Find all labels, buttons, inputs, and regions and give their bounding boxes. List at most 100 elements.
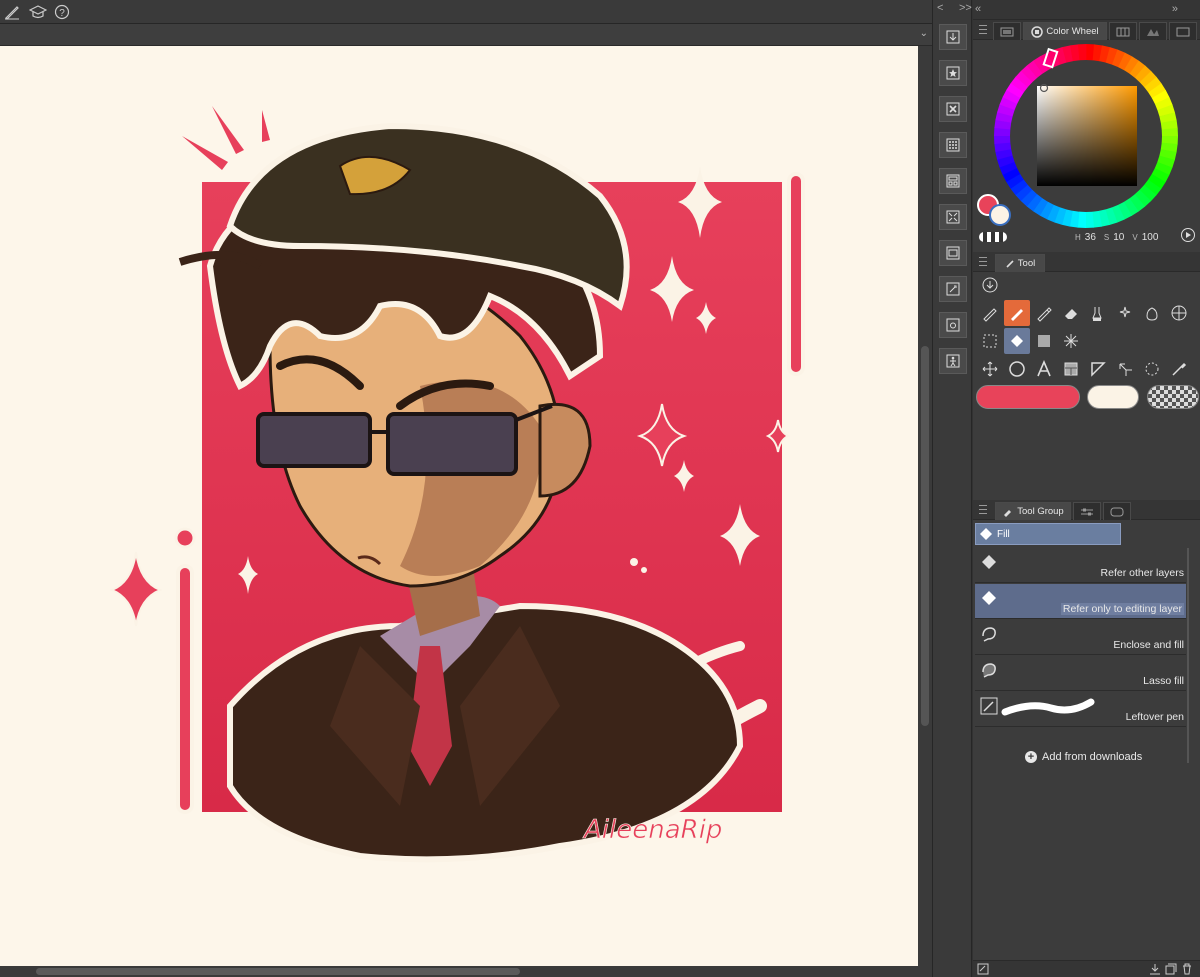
frame-border-tool-icon[interactable] [1058, 356, 1084, 382]
download-tool-icon[interactable] [977, 272, 1003, 298]
sparkle-tool-icon[interactable] [1058, 328, 1084, 354]
download-material-icon[interactable] [939, 24, 967, 50]
sub-tool-name: Enclose and fill [1113, 639, 1184, 651]
sub-tool-enclose-and-fill[interactable]: Enclose and fill [975, 620, 1186, 655]
sub-tool-scrollbar[interactable] [1187, 548, 1189, 763]
camera-icon[interactable] [939, 312, 967, 338]
chevron-down-icon[interactable]: ⌄ [920, 28, 928, 39]
color-wheel-icon [1031, 25, 1044, 38]
add-from-downloads-button[interactable]: + Add from downloads [1025, 751, 1142, 763]
color-panel-header: « » [973, 0, 1200, 20]
sub-tool-lasso-fill[interactable]: Lasso fill [975, 656, 1186, 691]
tool-group-panel: Fill Refer other layers Refer only to ed… [973, 520, 1200, 960]
vertical-scrollbar[interactable] [918, 46, 932, 966]
download-icon[interactable] [1149, 963, 1161, 975]
tab-intermediate-color[interactable] [1139, 22, 1167, 40]
brush-stroke-preview [1001, 698, 1095, 716]
tab-color-slider[interactable] [993, 22, 1021, 40]
right-dock: « » Color Wheel H 36 S 10 V 100 Tool Too… [973, 0, 1200, 977]
decoration-tool-icon[interactable] [1112, 300, 1138, 326]
nav-left-icon[interactable]: < [937, 2, 943, 14]
nav-expand-icon[interactable]: >> [959, 2, 972, 14]
sub-tool-refer-only-editing-layer[interactable]: Refer only to editing layer [975, 584, 1186, 619]
hue-value: 36 [1084, 232, 1096, 243]
tab-sub-tool-detail[interactable] [1103, 502, 1131, 520]
tab-color-set[interactable] [1109, 22, 1137, 40]
tab-color-wheel[interactable]: Color Wheel [1023, 22, 1107, 40]
brightness-value: 100 [1141, 232, 1159, 243]
tab-tool-group[interactable]: Tool Group [995, 502, 1071, 520]
tab-tool[interactable]: Tool [995, 254, 1045, 272]
tool-group-header: Tool Group [973, 500, 1200, 520]
canvas[interactable]: AileenaRip [0, 46, 918, 966]
panel-grip-icon[interactable] [979, 257, 987, 266]
fill-bucket-icon [982, 591, 996, 605]
sub-color-indicator[interactable] [1087, 385, 1139, 409]
3d-material-icon[interactable] [939, 276, 967, 302]
help-icon[interactable]: ? [52, 2, 72, 22]
image-material-icon[interactable] [939, 240, 967, 266]
tool-panel [973, 272, 1200, 494]
tone-pattern-icon[interactable] [939, 132, 967, 158]
text-tool-icon[interactable] [1031, 356, 1057, 382]
paint-bucket-tool-icon[interactable] [1139, 300, 1165, 326]
plus-icon: + [1025, 751, 1037, 763]
manga-icon[interactable] [939, 204, 967, 230]
tool-group-fill-tab[interactable]: Fill [975, 523, 1121, 545]
gradient-tool-icon[interactable] [1031, 328, 1057, 354]
fill-icon [980, 528, 992, 540]
lasso-fill-icon [982, 663, 996, 678]
ellipse-tool-icon[interactable] [1004, 356, 1030, 382]
main-color-indicator[interactable] [976, 385, 1080, 409]
delete-material-icon[interactable] [939, 96, 967, 122]
blend-tool-icon[interactable] [1085, 300, 1111, 326]
material-icon-strip: < >> [932, 0, 972, 977]
color-tab-row: Color Wheel [973, 20, 1200, 40]
sub-tool-refer-other-layers[interactable]: Refer other layers [975, 548, 1186, 583]
frame-icon[interactable] [939, 168, 967, 194]
transparent-color-indicator[interactable] [1147, 385, 1199, 409]
graduation-cap-icon[interactable] [28, 2, 48, 22]
sub-tool-name: Refer other layers [1100, 567, 1184, 579]
sub-tool-name: Refer only to editing layer [1060, 603, 1184, 615]
pencil-tool-icon[interactable] [1031, 300, 1057, 326]
panel-grip-icon[interactable] [979, 505, 987, 514]
panel-bottom-bar [973, 960, 1200, 977]
ruler-tool-icon[interactable] [1085, 356, 1111, 382]
move-tool-icon[interactable] [977, 356, 1003, 382]
play-circle-icon[interactable] [1180, 227, 1196, 243]
pose-icon[interactable] [939, 348, 967, 374]
lasso-tool-icon[interactable] [1139, 356, 1165, 382]
tab-tool-settings[interactable] [1073, 502, 1101, 520]
panel-grip-icon[interactable] [979, 25, 987, 34]
canvas-tab-bar: ⌄ [0, 24, 932, 46]
collapse-left-chevron[interactable]: « [975, 3, 981, 15]
sub-tool-leftover-pen[interactable]: Leftover pen [975, 692, 1186, 727]
artist-signature: AileenaRip [582, 815, 722, 845]
leftover-pen-icon [980, 697, 998, 715]
transparent-color-swatch[interactable] [979, 232, 1007, 242]
duplicate-icon[interactable] [1165, 963, 1177, 975]
fill-shape-tool-icon[interactable] [1004, 328, 1030, 354]
favorite-material-icon[interactable] [939, 60, 967, 86]
eraser-tool-icon[interactable] [1058, 300, 1084, 326]
tab-approximate-color[interactable] [1169, 22, 1197, 40]
color-wheel-panel: H 36 S 10 V 100 [973, 40, 1200, 270]
sliders-icon [1081, 508, 1093, 515]
pen-icon[interactable] [2, 2, 22, 22]
operation-tool-icon[interactable] [1112, 356, 1138, 382]
selection-area-tool-icon[interactable] [977, 328, 1003, 354]
pen-tool-icon[interactable] [977, 300, 1003, 326]
fill-tool-icon[interactable] [1004, 300, 1030, 326]
trash-icon[interactable] [1181, 963, 1193, 975]
tool-panel-header: Tool [973, 252, 1200, 272]
sub-tool-detail-icon [1110, 507, 1124, 516]
brush-icon [1006, 259, 1014, 268]
gradient-grid-tool-icon[interactable] [1166, 300, 1192, 326]
horizontal-scrollbar[interactable] [0, 966, 932, 977]
color-set-icon [1116, 27, 1130, 36]
eyedropper-tool-icon[interactable] [1166, 356, 1192, 382]
collapse-right-chevron[interactable]: » [1172, 3, 1178, 15]
settings-icon[interactable] [977, 963, 989, 975]
sub-color-swatch[interactable] [989, 204, 1011, 226]
